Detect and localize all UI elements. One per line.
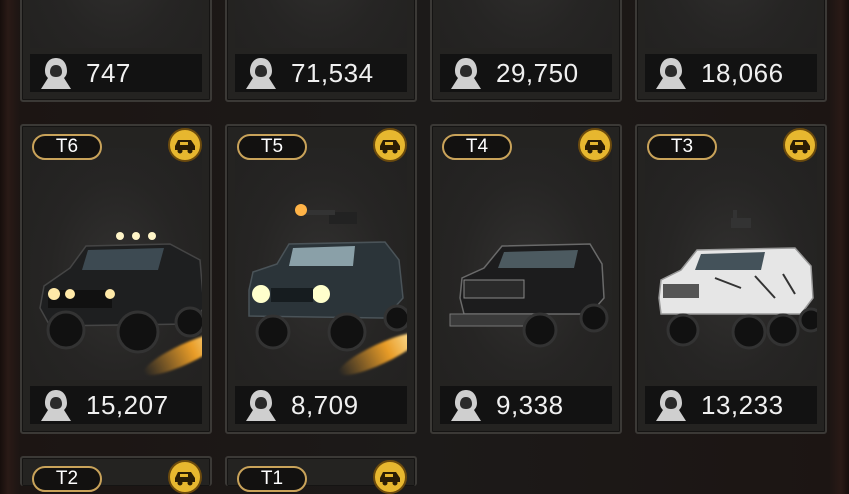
hooded-soldier-icon (41, 58, 71, 89)
vehicle-card-t4[interactable]: T4 9,338 (430, 124, 622, 434)
hooded-soldier-icon (451, 58, 481, 89)
vehicle-card-t1[interactable]: T1 (225, 456, 417, 494)
vehicle-image (440, 148, 612, 380)
tier-badge: T2 (32, 466, 102, 492)
vehicle-image (440, 0, 612, 48)
vehicle-image (30, 0, 202, 48)
vehicle-image (30, 148, 202, 380)
tier-badge: T1 (237, 466, 307, 492)
troop-count: 18,066 (701, 57, 784, 88)
troop-count-bar: 747 (30, 54, 202, 92)
vehicle-image (645, 148, 817, 380)
troop-count-bar: 18,066 (645, 54, 817, 92)
vehicle-card-top-3[interactable]: 29,750 (430, 0, 623, 102)
tier-badge: T6 (32, 134, 102, 160)
troop-count-bar: 8,709 (235, 386, 407, 424)
armored-vehicle-icon (168, 128, 202, 162)
troop-count-bar: 71,534 (235, 54, 407, 92)
hooded-soldier-icon (41, 390, 71, 421)
armored-vehicle-icon (373, 128, 407, 162)
armored-vehicle-icon (783, 128, 817, 162)
armored-vehicle-icon (578, 128, 612, 162)
armored-vehicle-icon (373, 460, 407, 494)
tier-badge: T3 (647, 134, 717, 160)
six-wheel-truck-t3 (658, 210, 817, 350)
troop-count: 9,338 (496, 389, 564, 420)
troop-count-bar: 29,750 (440, 54, 612, 92)
vehicle-image (235, 148, 407, 380)
tier-badge: T5 (237, 134, 307, 160)
tier-badge: T4 (442, 134, 512, 160)
vehicle-image (235, 0, 407, 48)
vehicle-card-t5[interactable]: T5 8,709 (225, 124, 417, 434)
troop-count-bar: 9,338 (440, 386, 612, 424)
hooded-soldier-icon (246, 58, 276, 89)
vehicle-card-top-2[interactable]: 71,534 (225, 0, 446, 102)
troop-count: 13,233 (701, 389, 784, 420)
vehicle-card-t2[interactable]: T2 (20, 456, 212, 494)
troop-count: 8,709 (291, 389, 359, 420)
vehicle-card-t6[interactable]: T6 15,207 (20, 124, 212, 434)
troop-count-bar: 15,207 (30, 386, 202, 424)
troop-count: 747 (86, 57, 131, 88)
hooded-soldier-icon (246, 390, 276, 421)
hooded-soldier-icon (656, 58, 686, 89)
vehicle-card-t3[interactable]: T3 13,233 (635, 124, 827, 434)
troop-count: 71,534 (291, 57, 374, 88)
armored-suv-t6 (39, 232, 202, 354)
troop-count-bar: 13,233 (645, 386, 817, 424)
troop-count: 29,750 (496, 57, 579, 88)
armored-vehicle-icon (168, 460, 202, 494)
hooded-soldier-icon (656, 390, 686, 421)
vehicle-card-top-4[interactable]: 18,066 (635, 0, 840, 102)
hooded-soldier-icon (451, 390, 481, 421)
armored-hummer-t4 (449, 243, 609, 348)
vehicle-card-top-1[interactable]: 747 (20, 0, 212, 102)
troop-count: 15,207 (86, 389, 169, 420)
vehicle-image (645, 0, 817, 48)
